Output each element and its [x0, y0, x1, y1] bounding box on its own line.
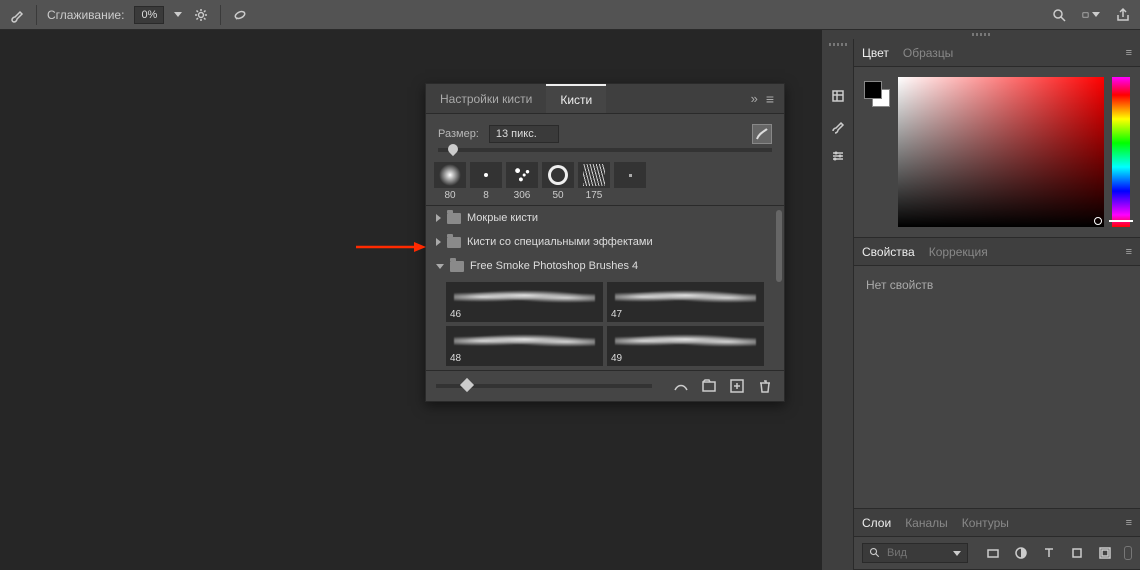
brush-presets-row: 80 8 306 50 175: [426, 158, 784, 205]
save-brush-icon[interactable]: [700, 377, 718, 395]
divider: [220, 5, 221, 25]
brush-item[interactable]: 47: [607, 282, 764, 322]
brush-preset[interactable]: 8: [470, 162, 502, 201]
right-panel-dock: Цвет Образцы ≡ Свойства Коррекция ≡ Нет …: [822, 30, 1140, 570]
tab-color[interactable]: Цвет: [862, 46, 889, 60]
flip-brush-button[interactable]: [752, 124, 772, 144]
folder-icon: [447, 237, 461, 248]
brush-preset[interactable]: 175: [578, 162, 610, 201]
options-bar: Сглаживание: 0%: [0, 0, 1140, 30]
folder-label: Free Smoke Photoshop Brushes 4: [470, 260, 638, 272]
layer-filter-input[interactable]: [887, 547, 947, 559]
smoothing-label: Сглаживание:: [47, 8, 124, 22]
brush-folder[interactable]: Кисти со специальными эффектами: [426, 230, 784, 254]
filter-type-icon[interactable]: [1040, 544, 1058, 562]
brush-tool-icon[interactable]: [8, 6, 26, 24]
adjustments-dock-icon[interactable]: [829, 147, 847, 165]
smoothing-value[interactable]: 0%: [134, 6, 164, 24]
collapsed-panel-column: [822, 30, 854, 570]
live-brush-preview-icon[interactable]: [672, 377, 690, 395]
view-mode-icon[interactable]: [1082, 6, 1100, 24]
filter-shape-icon[interactable]: [1068, 544, 1086, 562]
tab-swatches[interactable]: Образцы: [903, 46, 953, 60]
chevron-right-icon: [436, 238, 441, 246]
brush-preset[interactable]: [614, 162, 646, 201]
color-panel: Цвет Образцы ≡: [854, 39, 1140, 238]
search-icon[interactable]: [1050, 6, 1068, 24]
tab-layers[interactable]: Слои: [862, 516, 891, 530]
tab-adjustments[interactable]: Коррекция: [929, 245, 988, 259]
foreground-background-swatch[interactable]: [864, 81, 890, 107]
tab-brushes[interactable]: Кисти: [546, 84, 606, 113]
size-label: Размер:: [438, 128, 479, 140]
folder-label: Мокрые кисти: [467, 212, 538, 224]
chevron-right-icon: [436, 214, 441, 222]
no-properties-label: Нет свойств: [866, 278, 933, 292]
scrollbar[interactable]: [776, 210, 782, 282]
filter-toggle[interactable]: [1124, 546, 1132, 560]
brush-preset[interactable]: 306: [506, 162, 538, 201]
brushes-panel: Настройки кисти Кисти » ≡ Размер: 13 пик…: [425, 83, 785, 402]
tab-channels[interactable]: Каналы: [905, 516, 948, 530]
new-brush-icon[interactable]: [728, 377, 746, 395]
brush-preset[interactable]: 50: [542, 162, 574, 201]
chevron-down-icon: [436, 264, 444, 269]
properties-panel: Свойства Коррекция ≡ Нет свойств: [854, 238, 1140, 509]
symmetry-icon[interactable]: [231, 6, 249, 24]
filter-smart-icon[interactable]: [1096, 544, 1114, 562]
folder-icon: [447, 213, 461, 224]
brush-folder[interactable]: Мокрые кисти: [426, 206, 784, 230]
size-slider[interactable]: [438, 148, 772, 152]
thumbnail-size-slider[interactable]: [436, 384, 652, 388]
filter-adjust-icon[interactable]: [1012, 544, 1030, 562]
tab-properties[interactable]: Свойства: [862, 245, 915, 259]
layers-panel: Слои Каналы Контуры ≡: [854, 509, 1140, 570]
panel-menu-icon[interactable]: ≡: [1126, 246, 1132, 258]
panel-menu-icon[interactable]: ≡: [1126, 517, 1132, 529]
divider: [36, 5, 37, 25]
folder-label: Кисти со специальными эффектами: [467, 236, 653, 248]
size-value[interactable]: 13 пикс.: [489, 125, 559, 143]
brush-item[interactable]: 46: [446, 282, 603, 322]
layer-filter[interactable]: [862, 543, 968, 563]
color-field[interactable]: [898, 77, 1104, 227]
chevron-down-icon[interactable]: [174, 12, 182, 17]
filter-pixel-icon[interactable]: [984, 544, 1002, 562]
gear-icon[interactable]: [192, 6, 210, 24]
brush-folder[interactable]: Free Smoke Photoshop Brushes 4: [426, 254, 784, 278]
collapse-icon[interactable]: »: [751, 91, 758, 106]
chevron-down-icon[interactable]: [953, 551, 961, 556]
share-icon[interactable]: [1114, 6, 1132, 24]
brush-preset[interactable]: 80: [434, 162, 466, 201]
tab-paths[interactable]: Контуры: [962, 516, 1009, 530]
history-icon[interactable]: [829, 87, 847, 105]
panel-menu-icon[interactable]: ≡: [766, 91, 774, 107]
panel-menu-icon[interactable]: ≡: [1126, 47, 1132, 59]
brush-item[interactable]: 49: [607, 326, 764, 366]
brush-item[interactable]: 48: [446, 326, 603, 366]
delete-brush-icon[interactable]: [756, 377, 774, 395]
hue-slider[interactable]: [1112, 77, 1130, 227]
tab-brush-settings[interactable]: Настройки кисти: [426, 84, 546, 113]
brush-folder-list: Мокрые кисти Кисти со специальными эффек…: [426, 205, 784, 370]
brush-settings-dock-icon[interactable]: [829, 117, 847, 135]
folder-icon: [450, 261, 464, 272]
